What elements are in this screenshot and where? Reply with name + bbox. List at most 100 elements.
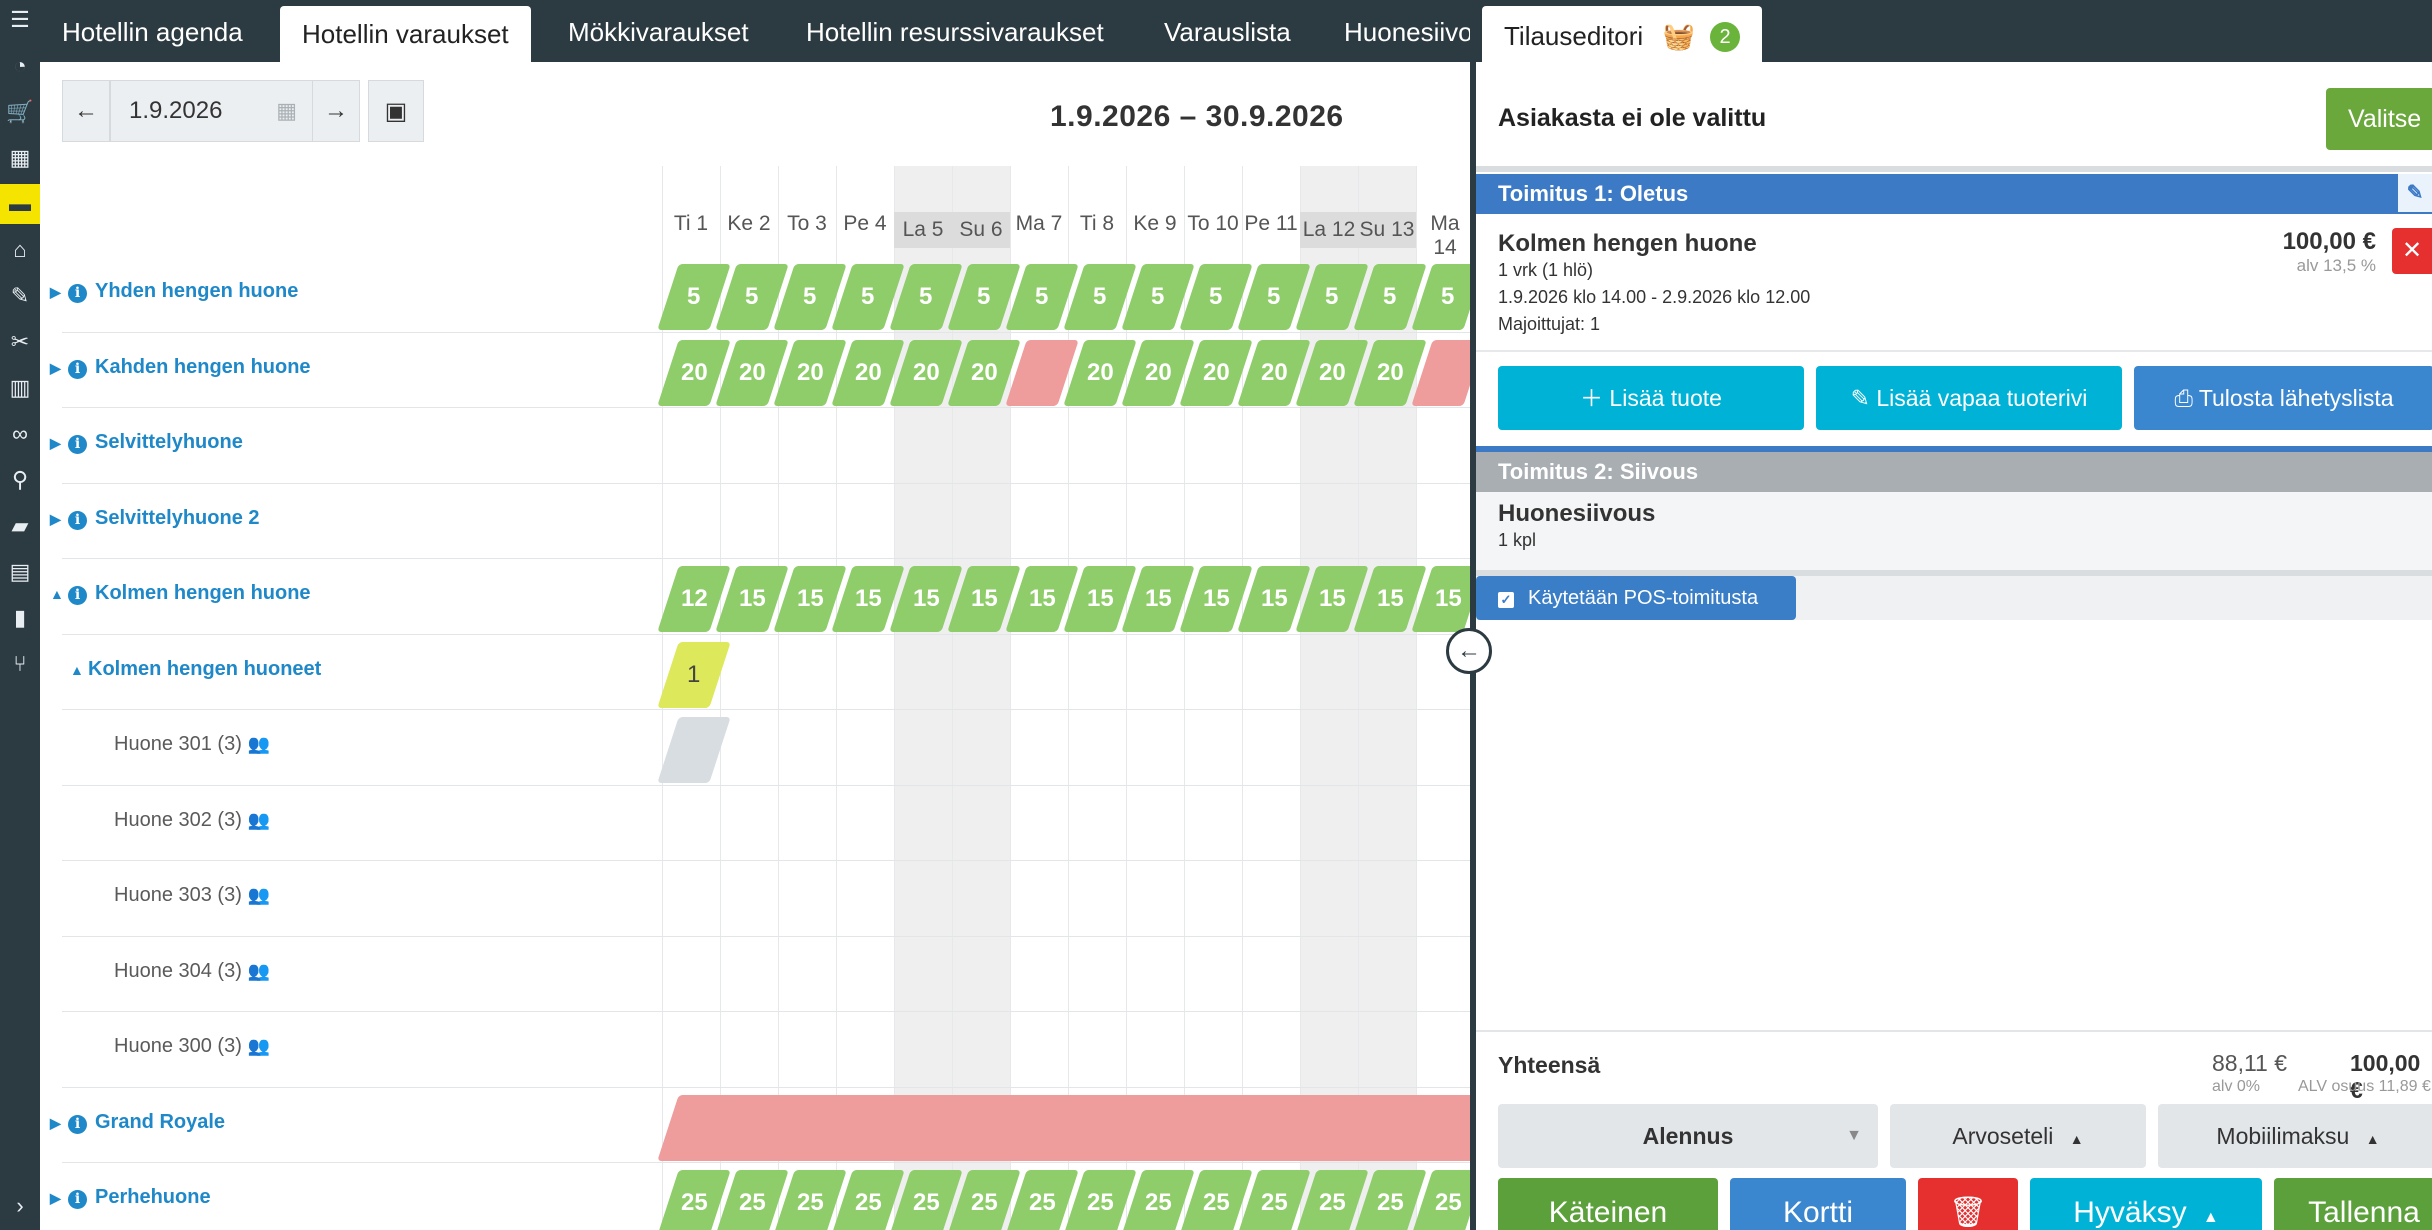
availability-count: 20 bbox=[912, 358, 940, 386]
close-icon: ✕ bbox=[2401, 237, 2423, 264]
tab-room-cleaning[interactable]: Huonesiivo bbox=[1344, 0, 1470, 62]
item-guests: Majoittujat: 1 bbox=[1498, 314, 1601, 334]
availability-count: 5 bbox=[1325, 283, 1339, 310]
day-header: Su 6 bbox=[952, 212, 1010, 248]
caret-right-icon[interactable]: ▶ bbox=[50, 1115, 68, 1132]
date-input[interactable]: 1.9.2026 ▦ bbox=[110, 80, 314, 142]
bookmark-icon[interactable]: ▮ bbox=[0, 598, 40, 638]
caret-right-icon[interactable]: ▶ bbox=[50, 284, 68, 301]
room-type-label[interactable]: ▶ i Selvittelyhuone 2 bbox=[50, 507, 260, 530]
room-type-label[interactable]: ▲ Kolmen hengen huoneet bbox=[70, 658, 321, 681]
home-icon[interactable]: ⌂ bbox=[0, 230, 40, 270]
row-label-text: Huone 301 (3) bbox=[114, 733, 242, 755]
availability-count: 15 bbox=[1202, 585, 1230, 612]
room-row-label[interactable]: Huone 300 (3) 👥 bbox=[114, 1035, 270, 1058]
item-name: Kolmen hengen huone bbox=[1498, 230, 1757, 257]
approve-button[interactable]: Hyväksy ▲ bbox=[2030, 1178, 2262, 1230]
left-nav: ☰ ◔ 🛒 ▦ ▬ ⌂ ✎ ✂ ▥ ∞ ⚲ ▰ ▤ ▮ ⑂ › bbox=[0, 0, 40, 1230]
caret-up-icon: ▲ bbox=[2069, 1131, 2084, 1147]
info-icon[interactable]: i bbox=[68, 1114, 87, 1134]
cash-button[interactable]: Käteinen bbox=[1498, 1178, 1718, 1230]
availability-count: 15 bbox=[738, 585, 766, 612]
next-date-button[interactable]: → bbox=[312, 80, 360, 142]
info-icon[interactable]: i bbox=[68, 586, 87, 605]
remove-item-button[interactable]: ✕ bbox=[2392, 228, 2432, 274]
caret-right-icon[interactable]: ▶ bbox=[50, 360, 68, 377]
total-net: 88,11 € bbox=[2212, 1050, 2288, 1076]
utensils-icon[interactable]: ⑂ bbox=[0, 644, 40, 684]
mobile-payment-button[interactable]: Mobiilimaksu ▲ bbox=[2158, 1104, 2432, 1168]
collapse-panel-button[interactable]: ← bbox=[1446, 628, 1492, 674]
delete-order-button[interactable]: 🗑 bbox=[1918, 1178, 2018, 1230]
caret-right-icon[interactable]: ▶ bbox=[50, 1190, 68, 1207]
calendar-picker-button[interactable]: ▣ bbox=[368, 80, 424, 142]
film-icon[interactable]: ▤ bbox=[0, 552, 40, 592]
availability-count: 5 bbox=[1441, 283, 1455, 310]
tab-resource-reservations[interactable]: Hotellin resurssivaraukset bbox=[806, 0, 1104, 62]
room-row-label[interactable]: Huone 304 (3) 👥 bbox=[114, 960, 270, 983]
bicycle-icon[interactable]: ⚲ bbox=[0, 460, 40, 500]
shopping-cart-icon[interactable]: 🛒 bbox=[0, 92, 40, 132]
room-type-label[interactable]: ▶ i Yhden hengen huone bbox=[50, 280, 298, 303]
delivery-2-header: Toimitus 2: Siivous bbox=[1476, 452, 2432, 492]
room-type-label[interactable]: ▶ i Perhehuone bbox=[50, 1186, 211, 1209]
building-icon[interactable]: ▥ bbox=[0, 368, 40, 408]
pencil-icon[interactable]: ✎ bbox=[2398, 174, 2432, 212]
availability-count: 5 bbox=[1267, 283, 1281, 310]
tab-hotel-reservations[interactable]: Hotellin varaukset bbox=[280, 6, 531, 62]
availability-count: 20 bbox=[1260, 358, 1288, 386]
room-type-label[interactable]: ▶ i Grand Royale bbox=[50, 1111, 225, 1134]
card-button[interactable]: Kortti bbox=[1730, 1178, 1906, 1230]
users-icon: 👥 bbox=[247, 809, 271, 830]
dashboard-icon[interactable]: ◔ bbox=[0, 46, 40, 86]
ticket-icon[interactable]: ✂ bbox=[0, 322, 40, 362]
availability-count: 20 bbox=[1318, 358, 1346, 386]
order-editor-tab[interactable]: Tilauseditori 🧺 2 bbox=[1482, 6, 1763, 62]
room-row-label[interactable]: Huone 303 (3) 👥 bbox=[114, 884, 270, 907]
calendar-small-icon[interactable]: ▦ bbox=[276, 81, 297, 141]
info-icon[interactable]: i bbox=[68, 510, 87, 530]
add-product-button[interactable]: ＋ Lisää tuote bbox=[1498, 366, 1804, 430]
info-icon[interactable]: i bbox=[68, 284, 87, 303]
add-free-row-button[interactable]: ✎ Lisää vapaa tuoterivi bbox=[1816, 366, 2122, 430]
print-dispatch-list-button[interactable]: ⎙ Tulosta lähetyslista bbox=[2134, 366, 2432, 430]
reservation-bar[interactable] bbox=[657, 1094, 1470, 1161]
info-icon[interactable]: i bbox=[68, 1190, 87, 1209]
room-row-label[interactable]: Huone 302 (3) 👥 bbox=[114, 809, 270, 832]
tab-cottage-reservations[interactable]: Mökkivaraukset bbox=[568, 0, 749, 62]
tab-reservation-list[interactable]: Varauslista bbox=[1164, 0, 1291, 62]
room-row-label[interactable]: Huone 301 (3) 👥 bbox=[114, 733, 270, 756]
hamburger-menu-icon[interactable]: ☰ bbox=[0, 0, 40, 40]
chevron-right-icon[interactable]: › bbox=[0, 1186, 40, 1226]
save-button[interactable]: Tallenna bbox=[2274, 1178, 2432, 1230]
prev-date-button[interactable]: ← bbox=[62, 80, 110, 142]
availability-count: 20 bbox=[1202, 358, 1230, 386]
availability-count: 5 bbox=[745, 283, 759, 310]
availability-count: 5 bbox=[1093, 283, 1107, 310]
room-type-label[interactable]: ▶ i Selvittelyhuone bbox=[50, 431, 243, 454]
room-type-label[interactable]: ▲ i Kolmen hengen huone bbox=[50, 582, 311, 605]
discount-dropdown[interactable]: Alennus ▼ bbox=[1498, 1104, 1878, 1168]
binoculars-icon[interactable]: ∞ bbox=[0, 414, 40, 454]
tab-hotel-agenda[interactable]: Hotellin agenda bbox=[62, 0, 243, 62]
caret-right-icon[interactable]: ▶ bbox=[50, 511, 68, 528]
bed-icon[interactable]: ▬ bbox=[0, 184, 40, 224]
availability-count: 15 bbox=[796, 585, 824, 612]
caret-up-icon[interactable]: ▲ bbox=[50, 586, 68, 602]
brush-icon[interactable]: ✎ bbox=[0, 276, 40, 316]
select-customer-button[interactable]: Valitse bbox=[2326, 88, 2432, 150]
add-product-label: Lisää tuote bbox=[1609, 385, 1722, 411]
pos-delivery-checkbox[interactable]: ✓ Käytetään POS-toimitusta bbox=[1476, 576, 1796, 620]
arrow-left-icon: ← bbox=[74, 97, 98, 124]
item-price: 100,00 € bbox=[2282, 228, 2376, 255]
calendar-icon[interactable]: ▦ bbox=[0, 138, 40, 178]
day-header: Ti 8 bbox=[1079, 212, 1115, 235]
availability-count: 25 bbox=[970, 1189, 998, 1216]
caret-right-icon[interactable]: ▶ bbox=[50, 435, 68, 452]
voucher-button[interactable]: Arvoseteli ▲ bbox=[1890, 1104, 2146, 1168]
info-icon[interactable]: i bbox=[68, 435, 87, 454]
info-icon[interactable]: i bbox=[68, 359, 87, 379]
caret-up-icon[interactable]: ▲ bbox=[70, 662, 88, 678]
room-type-label[interactable]: ▶ i Kahden hengen huone bbox=[50, 356, 311, 379]
truck-icon[interactable]: ▰ bbox=[0, 506, 40, 546]
